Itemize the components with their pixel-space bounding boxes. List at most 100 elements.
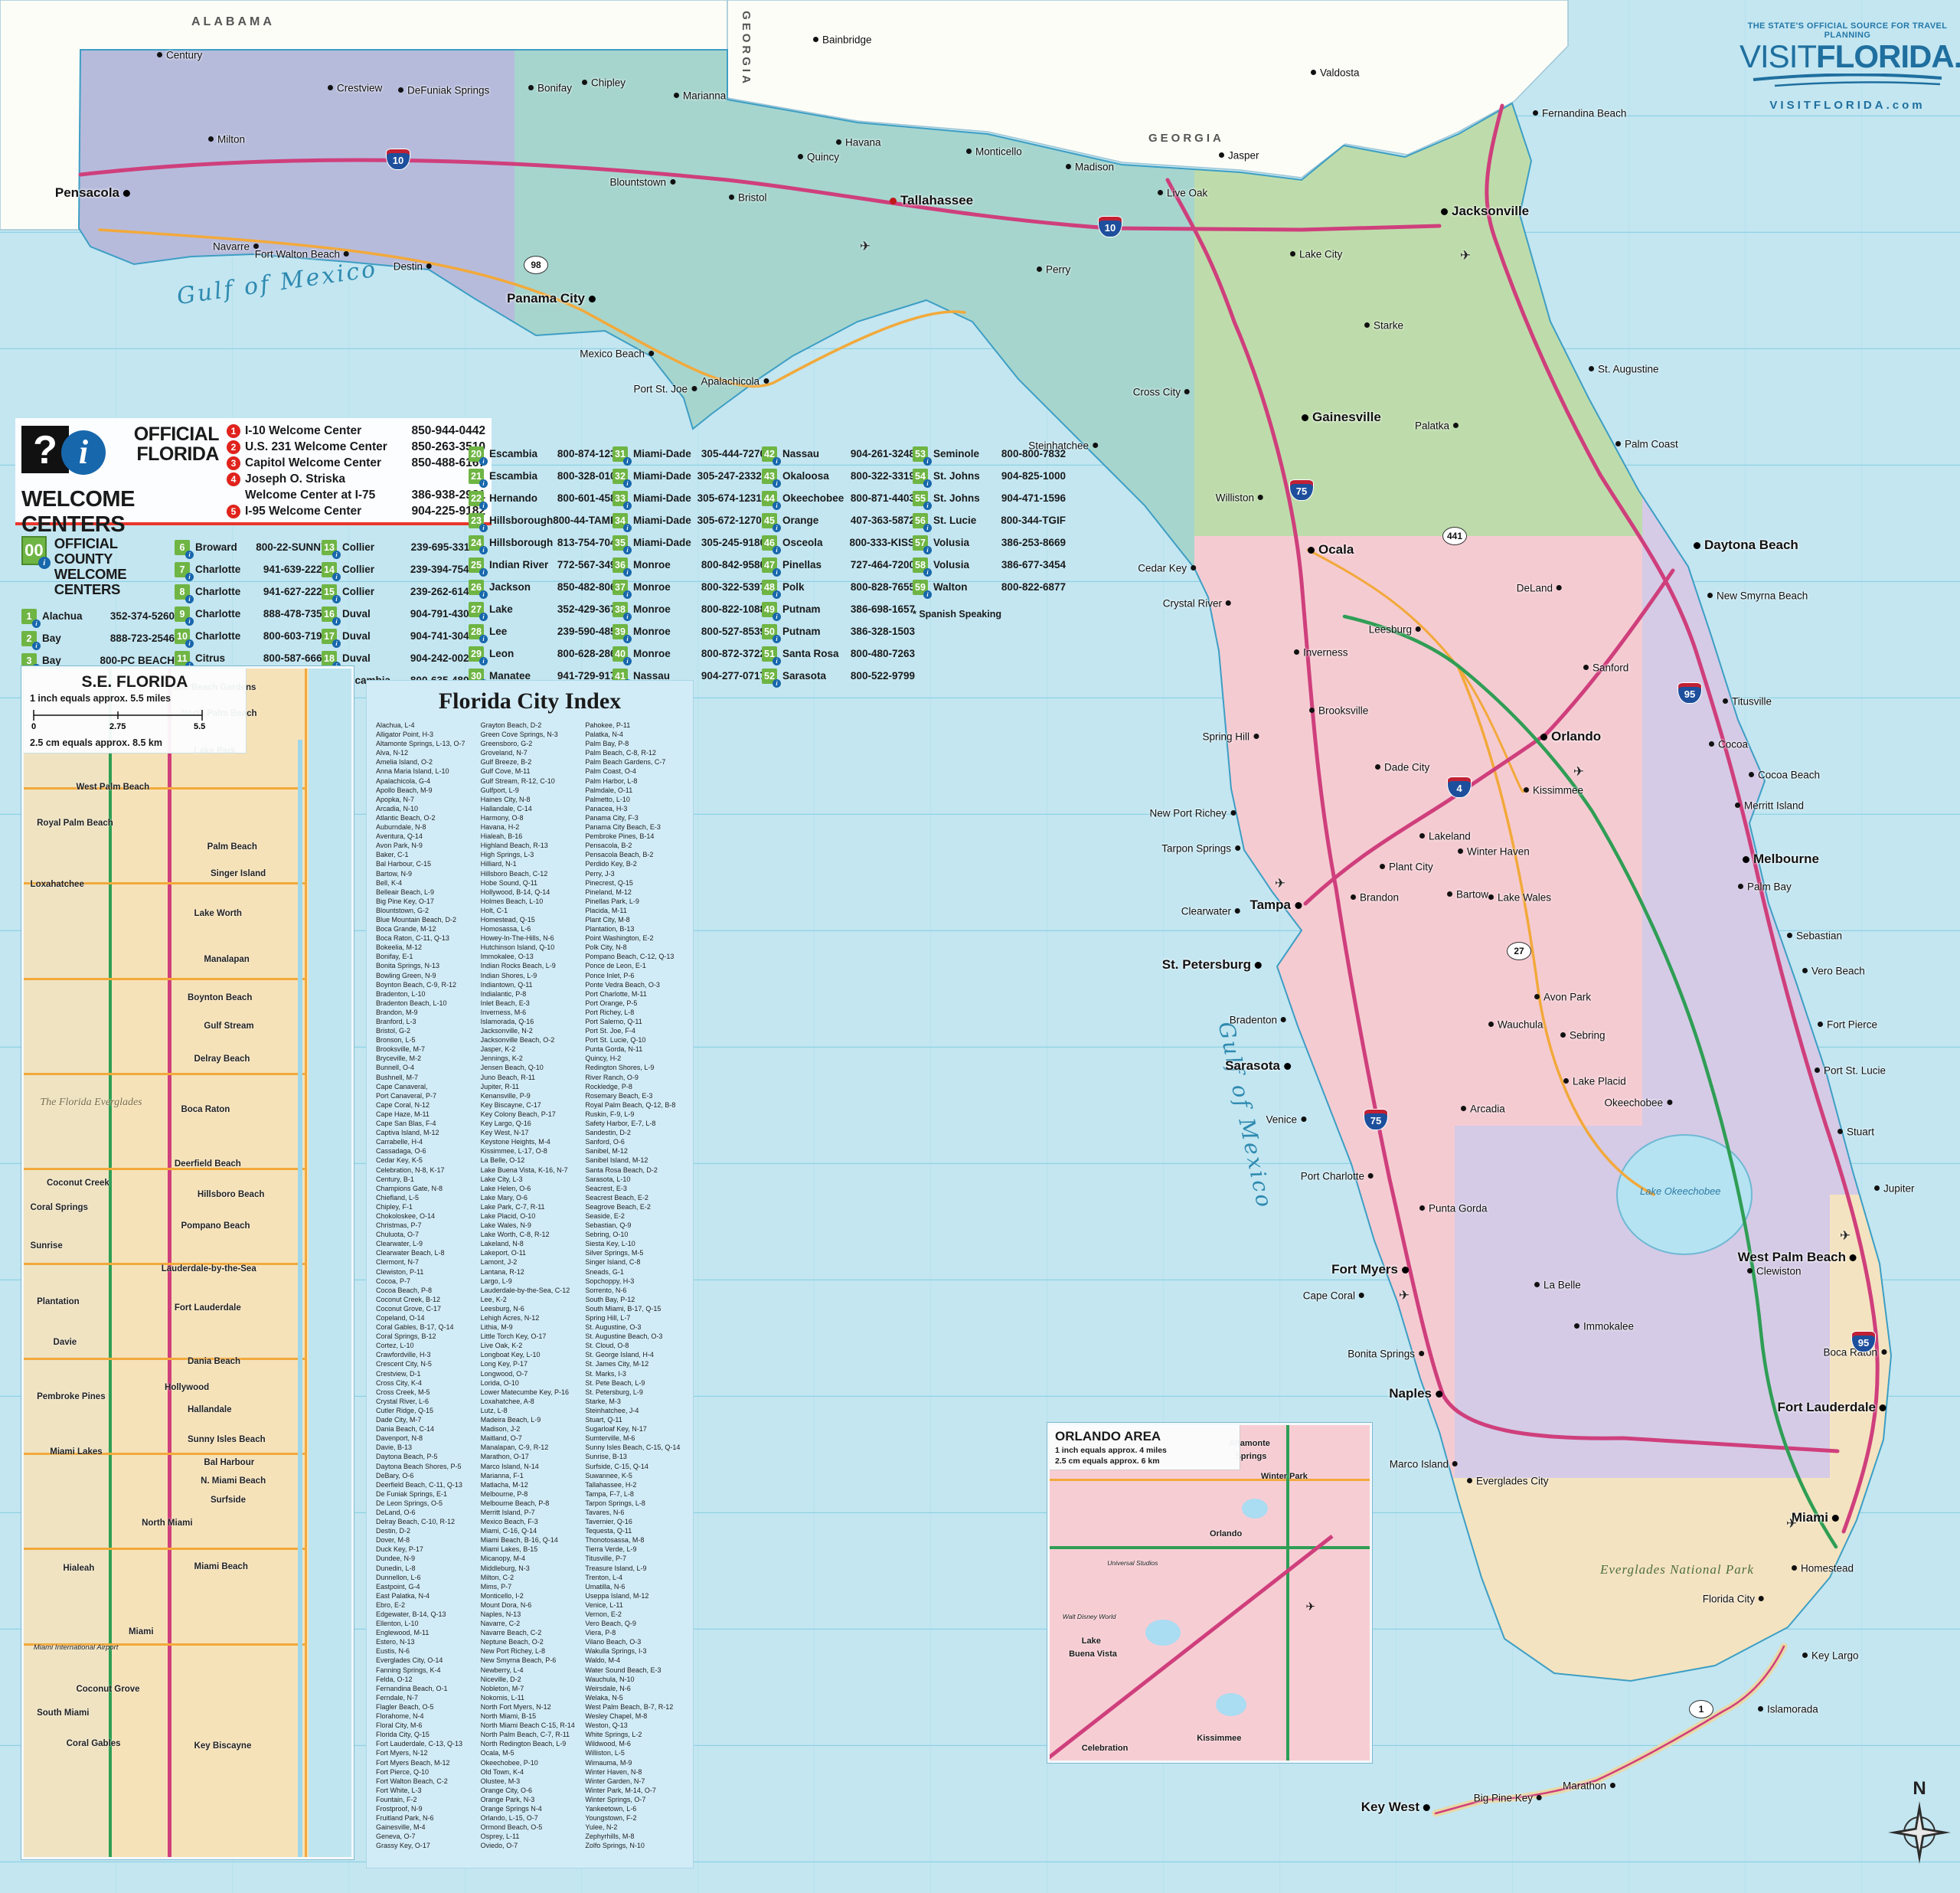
county-phone: 800-522-9799 — [851, 670, 915, 682]
city-index-entry: Orange City, O-6 — [481, 1786, 580, 1795]
county-row: 46iOsceola800-333-KISS — [762, 531, 915, 554]
city-index-entry: Howey-In-The-Hills, N-6 — [481, 933, 580, 943]
city-index-entry: Port St. Joe, F-4 — [585, 1026, 684, 1035]
intracoastal-waterway — [298, 740, 302, 1857]
county-row: 56iSt. Lucie800-344-TGIF — [913, 509, 1066, 531]
se-inset-city-label: West Palm Beach — [76, 783, 149, 792]
city-index-entry: Bristol, G-2 — [376, 1026, 475, 1035]
city-index-entry: Kenansville, P-9 — [481, 1091, 580, 1100]
city-index-entry: Lehigh Acres, N-12 — [481, 1313, 580, 1322]
county-phone: 305-245-9180 — [701, 537, 766, 548]
se-inset-city-label: Fort Lauderdale — [175, 1303, 241, 1313]
county-number: 22i — [469, 491, 484, 506]
city-index-entry: East Palatka, N-4 — [376, 1591, 475, 1600]
city-index-entry: Sopchoppy, H-3 — [585, 1277, 684, 1286]
city-index-entry: Wesley Chapel, M-8 — [585, 1712, 684, 1721]
city-index-entry: DeLand, O-6 — [376, 1508, 475, 1517]
city-index-entry: Weirsdale, N-6 — [585, 1684, 684, 1693]
city-index-entry: Dania Beach, C-14 — [376, 1424, 475, 1434]
city-index-entry: Cedar Key, K-5 — [376, 1156, 475, 1165]
city-index-entry: Cape Coral, N-12 — [376, 1100, 475, 1110]
orlando-inset-label: Lake — [1082, 1636, 1101, 1646]
se-inset-city-label: Dania Beach — [188, 1357, 240, 1366]
city-index-entry: Lutz, L-8 — [481, 1406, 580, 1415]
county-phone: 800-22-SUNNY — [256, 541, 328, 553]
county-phone: 800-333-KISS — [849, 537, 915, 548]
city-index-entry: Mims, P-7 — [481, 1582, 580, 1591]
city-index-entry: Groveland, N-7 — [481, 748, 580, 757]
city-index-entry: Champions Gate, N-8 — [376, 1184, 475, 1193]
city-index-entry: Bell, K-4 — [376, 878, 475, 888]
city-index-entry: Coral Springs, B-12 — [376, 1332, 475, 1341]
county-row: 36iMonroe800-842-9580 — [612, 554, 766, 576]
se-inset-city-label: Pompano Beach — [181, 1221, 250, 1231]
welcome-center-number: 5 — [227, 505, 240, 518]
city-index-entry: Panacea, H-3 — [585, 804, 684, 813]
svg-text:2.75: 2.75 — [109, 722, 126, 731]
city-index-entry: Youngstown, F-2 — [585, 1813, 684, 1823]
city-index-entry: Madeira Beach, L-9 — [481, 1415, 580, 1424]
inset-road — [24, 1168, 305, 1170]
city-index-entry: Miami Lakes, B-15 — [481, 1545, 580, 1554]
city-index-entry: Alachua, L-4 — [376, 721, 475, 730]
city-index-column-2: Grayton Beach, D-2Green Cove Springs, N-… — [481, 721, 580, 1850]
city-index-entry: Weston, Q-13 — [585, 1721, 684, 1730]
city-index-entry: Boynton Beach, C-9, R-12 — [376, 980, 475, 989]
county-row: 6iBroward800-22-SUNNY — [175, 536, 328, 558]
city-index-entry: Port Orange, P-5 — [585, 999, 684, 1008]
county-name: Bay — [42, 633, 110, 644]
city-index-entry: Fort Pierce, Q-10 — [376, 1767, 475, 1777]
city-index-entry: Chokoloskee, O-14 — [376, 1211, 475, 1221]
city-index-entry: Lamont, J-2 — [481, 1257, 580, 1267]
city-index-entry: Ponte Vedra Beach, O-3 — [585, 980, 684, 989]
county-name: Duval — [342, 652, 410, 664]
city-index-entry: Niceville, D-2 — [481, 1675, 580, 1684]
city-index-entry: Crescent City, N-5 — [376, 1359, 475, 1368]
florida-tourism-map: Gulf of MexicoGulf of MexicoAtlantic Oce… — [0, 0, 1960, 1893]
county-row: 44iOkeechobee800-871-4403 — [762, 487, 915, 509]
city-index-entry: St. George Island, H-4 — [585, 1350, 684, 1359]
svg-text:0: 0 — [31, 722, 36, 731]
se-inset-city-label: Davie — [54, 1338, 77, 1347]
city-index-entry: DeBary, O-6 — [376, 1471, 475, 1480]
se-inset-city-label: Sunny Isles Beach — [188, 1435, 266, 1444]
welcome-center-name: I-95 Welcome Center — [245, 503, 411, 519]
city-index-entry: Clewiston, P-11 — [376, 1267, 475, 1277]
city-index-entry: Port Salerno, Q-11 — [585, 1017, 684, 1026]
county-number: 49i — [762, 602, 777, 617]
county-number: 57i — [913, 535, 928, 551]
city-index-entry: Captiva Island, M-12 — [376, 1128, 475, 1137]
atlantic-ocean-strip — [309, 669, 351, 1857]
city-index-entry: Hillsboro Beach, C-12 — [481, 869, 580, 878]
county-row: 49iPutnam386-698-1657 — [762, 598, 915, 620]
city-index-entry: Jacksonville, N-2 — [481, 1026, 580, 1035]
city-index-entry: Florida City, Q-15 — [376, 1730, 475, 1739]
city-index-entry: St. Augustine Beach, O-3 — [585, 1332, 684, 1341]
city-index-entry: Copeland, O-14 — [376, 1313, 475, 1322]
inset-a1a-road — [305, 669, 307, 1857]
county-phone: 800-PC BEACH — [100, 655, 175, 666]
city-index-entry: Stuart, Q-11 — [585, 1415, 684, 1424]
city-index-entry: Pinecrest, Q-15 — [585, 878, 684, 888]
county-name: Putnam — [782, 603, 851, 615]
city-index-entry: Lake Mary, O-6 — [481, 1193, 580, 1202]
city-index-entry: Havana, H-2 — [481, 822, 580, 832]
city-index-entry: Lake Helen, O-6 — [481, 1184, 580, 1193]
county-name: Lake — [489, 603, 557, 615]
city-index-entry: Indian Rocks Beach, L-9 — [481, 961, 580, 970]
county-name: Okaloosa — [782, 470, 851, 482]
city-index-entry: Seacrest Beach, E-2 — [585, 1193, 684, 1202]
city-index-entry: Palm Beach, C-8, R-12 — [585, 748, 684, 757]
county-name: Seminole — [933, 448, 1001, 459]
city-index-entry: Orlando, L-15, O-7 — [481, 1813, 580, 1823]
city-index-entry: Fernandina Beach, O-1 — [376, 1684, 475, 1693]
county-number: 43i — [762, 469, 777, 484]
welcome-center-name-line: Capitol Welcome Center — [245, 455, 411, 471]
se-inset-city-label: Coconut Creek — [47, 1179, 109, 1188]
county-number: 15i — [322, 584, 337, 600]
city-index-entry: Micanopy, M-4 — [481, 1554, 580, 1563]
se-inset-city-label: Singer Island — [211, 869, 266, 878]
city-index-entry: Neptune Beach, O-2 — [481, 1637, 580, 1646]
city-index-entry: Holt, C-1 — [481, 906, 580, 915]
visit-florida-logo: THE STATE'S OFFICIAL SOURCE FOR TRAVEL P… — [1740, 21, 1955, 112]
